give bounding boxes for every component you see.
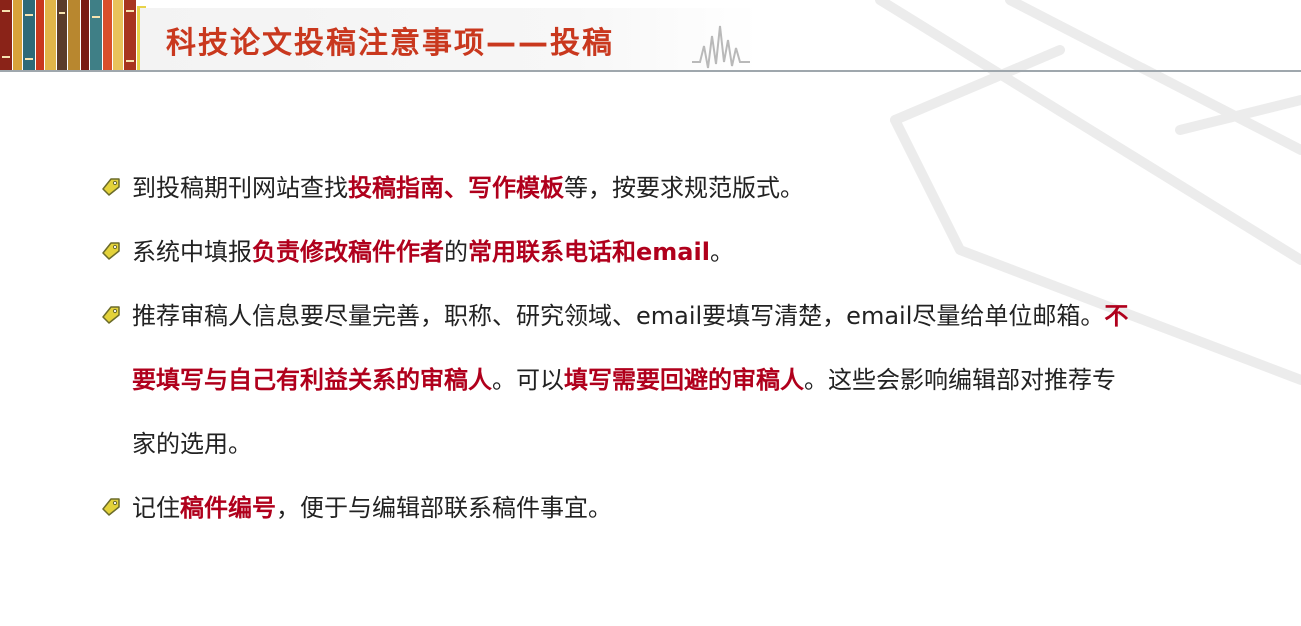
highlighted-text: 要填写与自己有利益关系的审稿人 — [132, 366, 492, 394]
highlighted-text: 稿件编号 — [180, 494, 276, 522]
text-segment: 的 — [444, 238, 468, 266]
bullet-text-line: 要填写与自己有利益关系的审稿人。可以填写需要回避的审稿人。这些会影响编辑部对推荐… — [132, 348, 1290, 412]
text-segment: 。 — [709, 238, 734, 266]
bullet-list: 到投稿期刊网站查找投稿指南、写作模板等，按要求规范版式。 系统中填报负责修改稿件作… — [100, 156, 1290, 540]
text-segment: 。这些会影响编辑部对推荐专 — [804, 366, 1116, 394]
text-segment: 系统中填报 — [132, 238, 252, 266]
bullet-item: 系统中填报负责修改稿件作者的常用联系电话和email。 — [100, 220, 1290, 284]
bullet-item: 到投稿期刊网站查找投稿指南、写作模板等，按要求规范版式。 — [100, 156, 1290, 220]
title-divider — [0, 70, 1301, 72]
highlighted-text: 负责修改稿件作者 — [252, 238, 444, 266]
bullet-text-line: 家的选用。 — [132, 412, 1290, 476]
tag-bullet-icon — [102, 306, 120, 324]
text-segment: 。可以 — [492, 366, 564, 394]
text-segment: 到投稿期刊网站查找 — [132, 174, 348, 202]
highlighted-text: 常用联系电话和email — [468, 238, 710, 266]
bullet-item: 记住稿件编号，便于与编辑部联系稿件事宜。 — [100, 476, 1290, 540]
text-segment: 等，按要求规范版式。 — [564, 174, 804, 202]
bullet-text-line: 到投稿期刊网站查找投稿指南、写作模板等，按要求规范版式。 — [132, 156, 1290, 220]
highlighted-text: 投稿指南、写作模板 — [348, 174, 564, 202]
bullet-item: 推荐审稿人信息要尽量完善，职称、研究领域、email要填写清楚，email尽量给… — [100, 284, 1290, 476]
tag-bullet-icon — [102, 498, 120, 516]
text-segment: 家的选用。 — [132, 430, 252, 458]
text-segment: 推荐审稿人信息要尽量完善，职称、研究领域、email要填写清楚，email尽量给… — [132, 302, 1105, 330]
bullet-text-line: 系统中填报负责修改稿件作者的常用联系电话和email。 — [132, 220, 1290, 284]
pulse-line-icon — [692, 25, 750, 69]
bullet-text-line: 记住稿件编号，便于与编辑部联系稿件事宜。 — [132, 476, 1290, 540]
highlighted-text: 填写需要回避的审稿人 — [564, 366, 804, 394]
text-segment: 记住 — [132, 494, 180, 522]
highlighted-text: 不 — [1104, 302, 1129, 330]
bullet-text-line: 推荐审稿人信息要尽量完善，职称、研究领域、email要填写清楚，email尽量给… — [132, 284, 1290, 348]
tag-bullet-icon — [102, 178, 120, 196]
books-icon — [0, 0, 146, 72]
page-title: 科技论文投稿注意事项——投稿 — [166, 26, 614, 61]
tag-bullet-icon — [102, 242, 120, 260]
text-segment: ，便于与编辑部联系稿件事宜。 — [276, 494, 612, 522]
